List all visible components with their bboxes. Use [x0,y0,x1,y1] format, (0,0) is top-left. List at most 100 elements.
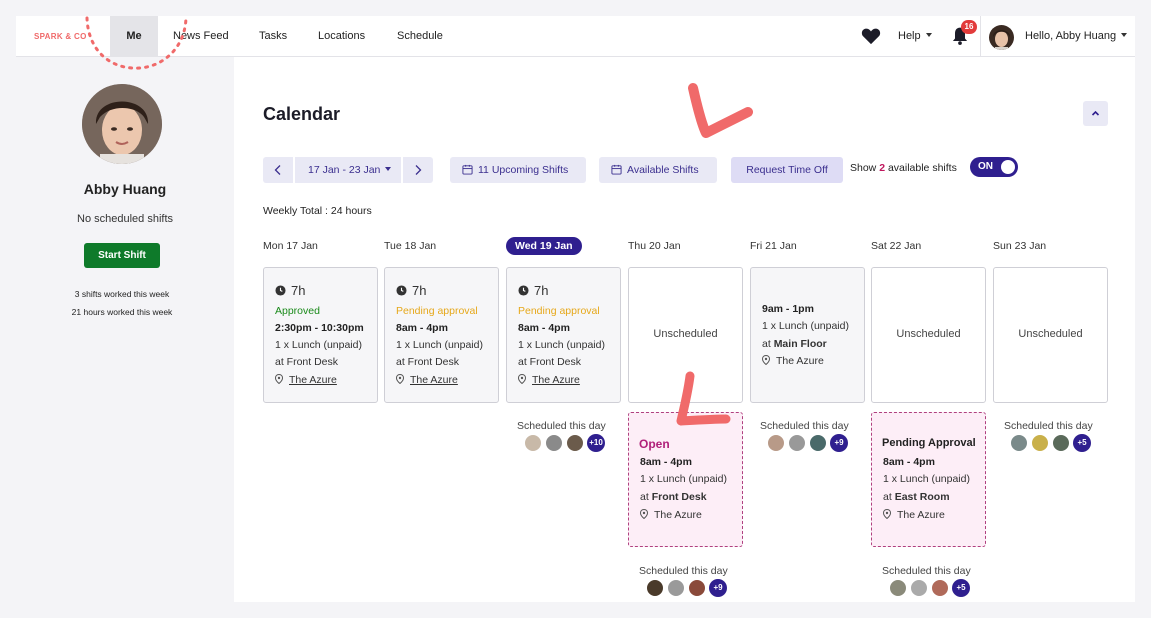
shift-card-fri[interactable]: 9am - 1pm 1 x Lunch (unpaid) at Main Flo… [750,267,865,403]
coworker-avatar[interactable] [1031,434,1049,452]
day-header-wed-today: Wed 19 Jan [506,237,582,255]
brand-logo[interactable]: SPARK & CO [34,32,87,41]
shift-break: 1 x Lunch (unpaid) [275,339,362,351]
duration-value: 7h [291,283,306,298]
heart-icon[interactable] [861,27,881,45]
coworker-avatars-thu[interactable]: +9 [646,579,727,597]
coworker-avatar[interactable] [889,579,907,597]
date-range-dropdown[interactable]: 17 Jan - 23 Jan [295,157,401,183]
nav-tasks[interactable]: Tasks [259,16,287,57]
coworker-avatar[interactable] [524,434,542,452]
coworker-avatar[interactable] [767,434,785,452]
coworker-avatar[interactable] [667,579,685,597]
location-pin-icon [517,373,527,385]
shift-duration: 7h [396,283,426,298]
unscheduled-label: Unscheduled [653,328,718,340]
available-shifts-button[interactable]: Available Shifts [599,157,717,183]
greeting-label: Hello, Abby Huang [1025,30,1117,42]
shift-break: 1 x Lunch (unpaid) [640,473,727,485]
shift-time: 8am - 4pm [640,456,692,468]
coworker-avatar[interactable] [688,579,706,597]
coworker-avatar[interactable] [910,579,928,597]
coworker-avatars-wed[interactable]: +10 [524,434,605,452]
available-shifts-label: Available Shifts [627,164,699,176]
nav-locations[interactable]: Locations [318,16,365,57]
coworker-avatar[interactable] [566,434,584,452]
area-name: Main Floor [773,338,827,350]
day-header-sun: Sun 23 Jan [993,240,1047,252]
profile-photo [82,84,162,164]
pending-approval-title: Pending Approval [882,437,976,449]
unscheduled-label: Unscheduled [1018,328,1083,340]
more-coworkers-badge[interactable]: +10 [587,434,605,452]
coworker-avatars-sat[interactable]: +5 [889,579,970,597]
shift-location: The Azure [761,354,824,367]
coworker-avatars-sun[interactable]: +5 [1010,434,1091,452]
start-shift-button[interactable]: Start Shift [84,243,160,268]
shift-card-wed[interactable]: 7h Pending approval 8am - 4pm 1 x Lunch … [506,267,621,403]
day-cell-sat[interactable]: Unscheduled [871,267,986,403]
area-prefix: at [762,338,771,350]
location-link[interactable]: The Azure [289,374,337,386]
coworker-avatar[interactable] [1052,434,1070,452]
location-link[interactable]: The Azure [532,374,580,386]
shift-area: at Main Floor [762,338,827,350]
shift-area: at Front Desk [640,491,707,503]
nav-schedule[interactable]: Schedule [397,16,443,57]
coworker-avatar[interactable] [545,434,563,452]
location-name: The Azure [897,509,945,521]
coworker-avatar[interactable] [646,579,664,597]
coworker-avatars-fri[interactable]: +9 [767,434,848,452]
shift-time: 8am - 4pm [518,322,570,334]
show-available-text: Show 2 available shifts [850,162,957,174]
notification-badge: 16 [961,20,977,34]
user-menu[interactable]: Hello, Abby Huang [1025,16,1128,57]
day-cell-sun[interactable]: Unscheduled [993,267,1108,403]
more-coworkers-badge[interactable]: +9 [830,434,848,452]
location-pin-icon [274,373,284,385]
clock-icon [518,285,529,296]
chevron-down-icon [925,33,932,37]
day-cell-thu[interactable]: Unscheduled [628,267,743,403]
open-shift-title: Open [639,437,670,451]
location-pin-icon [761,354,771,366]
nav-divider [980,16,981,57]
area-prefix: at [640,491,649,503]
unscheduled-label: Unscheduled [896,328,961,340]
toggle-knob [1001,160,1015,174]
prev-week-button[interactable] [263,157,293,183]
area-name: East Room [894,491,950,503]
coworker-avatar[interactable] [809,434,827,452]
pending-approval-card[interactable]: Pending Approval 8am - 4pm 1 x Lunch (un… [871,412,986,547]
more-coworkers-badge[interactable]: +5 [952,579,970,597]
calendar-icon [611,164,622,175]
nav-news-feed[interactable]: News Feed [173,16,229,57]
duration-value: 7h [534,283,549,298]
coworker-avatar[interactable] [931,579,949,597]
show-prefix: Show [850,162,877,174]
shift-duration: 7h [518,283,548,298]
weekly-total: Weekly Total : 24 hours [263,205,372,217]
shift-break: 1 x Lunch (unpaid) [396,339,483,351]
request-time-off-button[interactable]: Request Time Off [731,157,843,183]
next-week-button[interactable] [403,157,433,183]
coworker-avatar[interactable] [1010,434,1028,452]
nav-me[interactable]: Me [110,16,158,57]
chevron-down-icon [385,167,392,171]
show-available-toggle[interactable]: ON [970,157,1018,177]
more-coworkers-badge[interactable]: +9 [709,579,727,597]
open-shift-card[interactable]: Open 8am - 4pm 1 x Lunch (unpaid) at Fro… [628,412,743,547]
more-coworkers-badge[interactable]: +5 [1073,434,1091,452]
shift-break: 1 x Lunch (unpaid) [883,473,970,485]
location-link[interactable]: The Azure [410,374,458,386]
shift-card-mon[interactable]: 7h Approved 2:30pm - 10:30pm 1 x Lunch (… [263,267,378,403]
toggle-label: ON [978,161,993,172]
coworker-avatar[interactable] [788,434,806,452]
upcoming-shifts-button[interactable]: 11 Upcoming Shifts [450,157,586,183]
profile-name: Abby Huang [83,181,167,197]
help-menu[interactable]: Help [898,16,932,57]
shift-card-tue[interactable]: 7h Pending approval 8am - 4pm 1 x Lunch … [384,267,499,403]
collapse-button[interactable] [1083,101,1108,126]
user-avatar[interactable] [989,25,1014,50]
top-navigation: SPARK & CO Me News Feed Tasks Locations … [16,16,1135,57]
